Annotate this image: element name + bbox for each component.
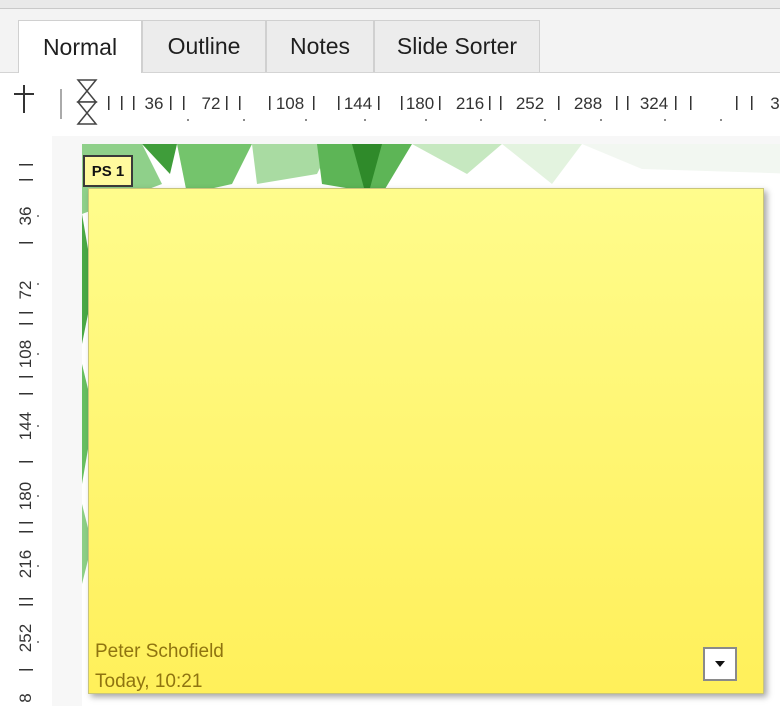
window-top-border xyxy=(0,0,780,9)
ruler-label: 3 xyxy=(770,94,779,113)
ruler-label: 108 xyxy=(276,94,304,113)
vertical-ruler[interactable]: 36 72 108 144 180 216 252 8 xyxy=(0,136,52,706)
tab-notes[interactable]: Notes xyxy=(266,20,374,72)
ruler-label: 144 xyxy=(344,94,372,113)
comment-note[interactable]: Peter Schofield Today, 10:21 xyxy=(88,188,764,694)
ruler-label: 8 xyxy=(16,693,35,703)
ruler-label: 36 xyxy=(16,206,35,226)
ruler-label: 180 xyxy=(406,94,434,113)
ruler-dots xyxy=(187,119,722,121)
ruler-label: 144 xyxy=(16,411,35,441)
ruler-label: 324 xyxy=(640,94,668,113)
ruler-corner[interactable] xyxy=(0,73,58,147)
ruler-label: 216 xyxy=(456,94,484,113)
comment-date: Today, 10:21 xyxy=(95,671,203,692)
ruler-label: 72 xyxy=(16,280,35,300)
tab-slide-sorter[interactable]: Slide Sorter xyxy=(374,20,540,72)
comment-anchor-marker[interactable]: PS 1 xyxy=(83,155,133,187)
impress-window: Normal Outline Notes Slide Sorter 36 72 … xyxy=(0,0,780,706)
ruler-label: 108 xyxy=(16,339,35,369)
dropdown-arrow-icon xyxy=(715,661,725,667)
ruler-dots xyxy=(37,215,39,643)
ruler-label: 252 xyxy=(16,623,35,653)
horizontal-ruler[interactable]: 36 72 108 144 180 216 252 288 324 3 xyxy=(58,76,780,128)
crosshair-icon xyxy=(14,85,34,113)
ruler-label: 288 xyxy=(574,94,602,113)
comment-menu-button[interactable] xyxy=(703,647,737,681)
indent-marker-icon xyxy=(60,79,98,125)
ruler-label: 216 xyxy=(16,549,35,579)
ruler-label: 252 xyxy=(516,94,544,113)
tab-outline[interactable]: Outline xyxy=(142,20,266,72)
view-tab-bar: Normal Outline Notes Slide Sorter xyxy=(0,0,780,73)
ruler-label: 36 xyxy=(145,94,164,113)
tab-normal[interactable]: Normal xyxy=(18,20,142,73)
ruler-label: 72 xyxy=(202,94,221,113)
comment-author: Peter Schofield xyxy=(95,641,224,662)
ruler-label: 180 xyxy=(16,481,35,511)
